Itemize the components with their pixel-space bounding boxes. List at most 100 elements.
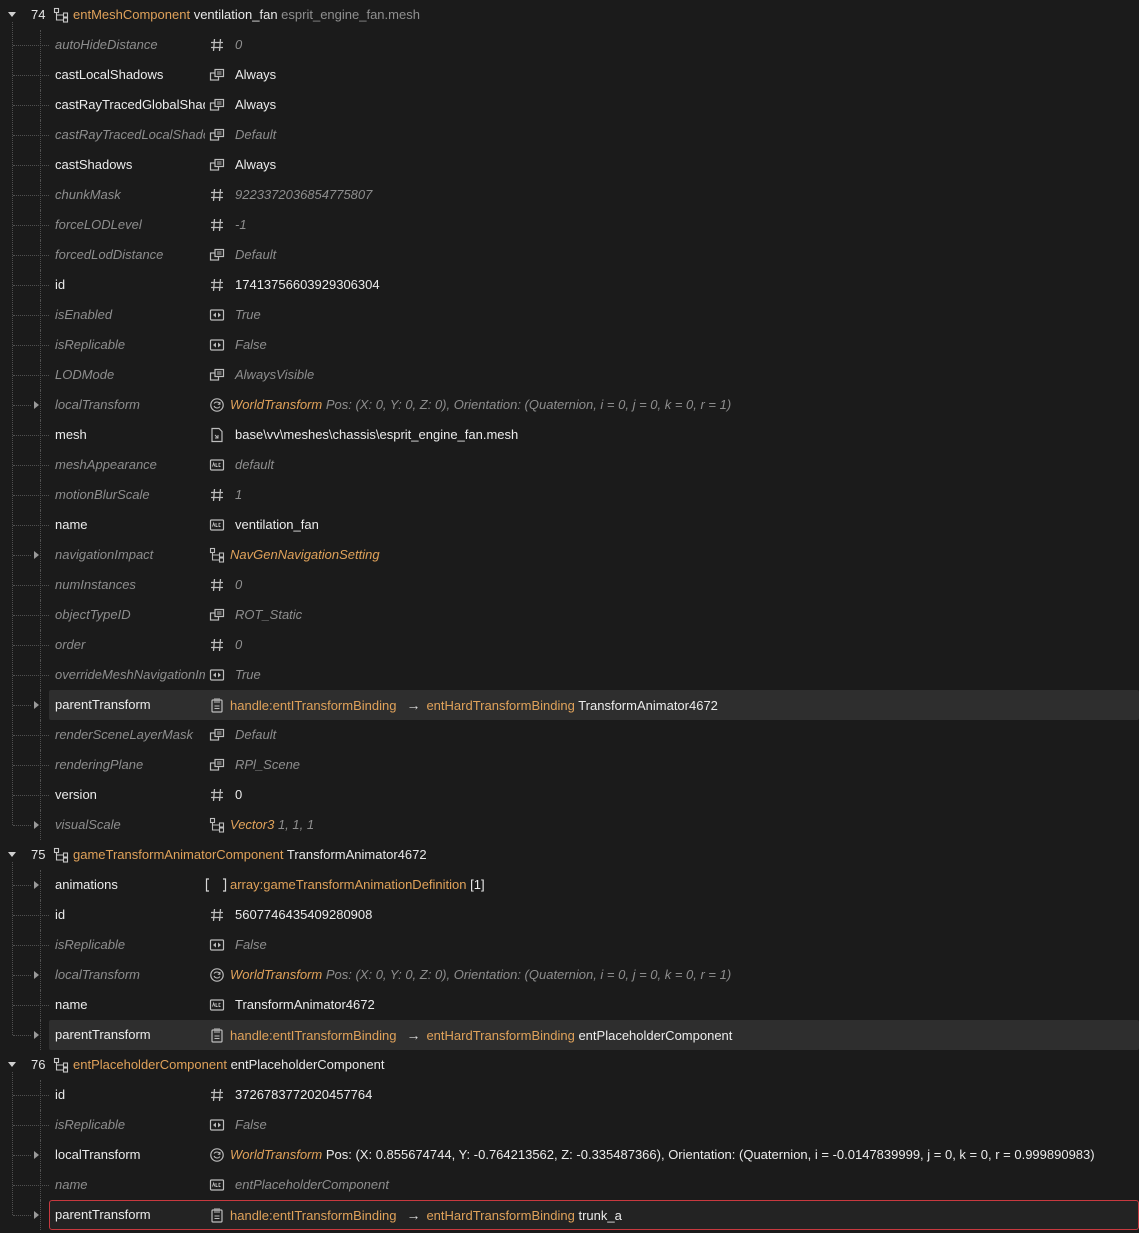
property-row[interactable]: parentTransform handle:entITransformBindi… — [0, 1020, 1139, 1050]
property-value[interactable]: Default — [235, 727, 276, 742]
property-value[interactable]: False — [235, 1117, 267, 1132]
property-row[interactable]: localTransform WorldTransform Pos: (X: 0.… — [0, 1140, 1139, 1170]
property-value[interactable]: True — [235, 667, 261, 682]
collapse-toggle[interactable] — [8, 852, 16, 857]
expand-toggle[interactable] — [34, 821, 39, 829]
property-value[interactable]: entPlaceholderComponent — [235, 1177, 389, 1192]
property-row[interactable]: renderSceneLayerMask Default — [0, 720, 1139, 750]
property-name: renderingPlane — [55, 757, 144, 772]
property-value[interactable]: handle:entITransformBinding → entHardTrans… — [230, 1207, 622, 1223]
property-value[interactable]: TransformAnimator4672 — [235, 997, 375, 1012]
property-row[interactable]: forcedLodDistance Default — [0, 240, 1139, 270]
property-value[interactable]: default — [235, 457, 274, 472]
expand-toggle[interactable] — [34, 971, 39, 979]
expand-toggle[interactable] — [34, 1151, 39, 1159]
property-value[interactable]: ROT_Static — [235, 607, 302, 622]
component-row[interactable]: 76 entPlaceholderComponent entPlaceholder… — [0, 1050, 1139, 1080]
property-row[interactable]: animations array:gameTransformAnimationDe… — [0, 870, 1139, 900]
property-value[interactable]: 3726783772020457764 — [235, 1087, 372, 1102]
handle-target-name: TransformAnimator4672 — [578, 698, 718, 713]
property-row[interactable]: id 5607746435409280908 — [0, 900, 1139, 930]
expand-toggle[interactable] — [34, 1031, 39, 1039]
property-row[interactable]: id 3726783772020457764 — [0, 1080, 1139, 1110]
property-row[interactable]: localTransform WorldTransform Pos: (X: 0,… — [0, 390, 1139, 420]
property-value[interactable]: base\vv\meshes\chassis\esprit_engine_fan… — [235, 427, 518, 442]
property-value[interactable]: 17413756603929306304 — [235, 277, 380, 292]
property-row[interactable]: isEnabled True — [0, 300, 1139, 330]
property-value[interactable]: -1 — [235, 217, 247, 232]
property-row[interactable]: autoHideDistance 0 — [0, 30, 1139, 60]
property-value[interactable]: Always — [235, 97, 276, 112]
property-row[interactable]: isReplicable False — [0, 330, 1139, 360]
property-row[interactable]: visualScale Vector3 1, 1, 1 — [0, 810, 1139, 840]
property-value[interactable]: Always — [235, 67, 276, 82]
tree-guide-branch — [13, 885, 31, 886]
property-value[interactable]: Always — [235, 157, 276, 172]
property-name: forcedLodDistance — [55, 247, 164, 262]
property-row[interactable]: isReplicable False — [0, 930, 1139, 960]
property-row[interactable]: version 0 — [0, 780, 1139, 810]
property-row[interactable]: name ventilation_fan — [0, 510, 1139, 540]
property-row[interactable]: renderingPlane RPl_Scene — [0, 750, 1139, 780]
property-row[interactable]: navigationImpact NavGenNavigationSetting — [0, 540, 1139, 570]
tree-guide-line — [40, 150, 41, 180]
property-row[interactable]: meshAppearance default — [0, 450, 1139, 480]
expand-toggle[interactable] — [34, 1211, 39, 1219]
property-value[interactable]: WorldTransform Pos: (X: 0, Y: 0, Z: 0), … — [230, 397, 731, 412]
tree-guide-line — [40, 780, 41, 810]
component-row[interactable]: 74 entMeshComponent ventilation_fan espri… — [0, 0, 1139, 30]
property-value[interactable]: 5607746435409280908 — [235, 907, 372, 922]
property-row[interactable]: isReplicable False — [0, 1110, 1139, 1140]
expand-toggle[interactable] — [34, 701, 39, 709]
property-row[interactable]: motionBlurScale 1 — [0, 480, 1139, 510]
expand-toggle[interactable] — [34, 881, 39, 889]
property-value[interactable]: 0 — [235, 577, 242, 592]
property-row[interactable]: LODMode AlwaysVisible — [0, 360, 1139, 390]
property-row[interactable]: parentTransform handle:entITransformBindi… — [0, 1200, 1139, 1230]
property-row[interactable]: castRayTracedGlobalShadows Always — [0, 90, 1139, 120]
property-value[interactable]: NavGenNavigationSetting — [230, 547, 380, 562]
property-row[interactable]: parentTransform handle:entITransformBindi… — [0, 690, 1139, 720]
property-row[interactable]: name TransformAnimator4672 — [0, 990, 1139, 1020]
property-row[interactable]: chunkMask 9223372036854775807 — [0, 180, 1139, 210]
property-row[interactable]: forceLODLevel -1 — [0, 210, 1139, 240]
property-value[interactable]: 9223372036854775807 — [235, 187, 372, 202]
property-value[interactable]: 0 — [235, 37, 242, 52]
property-value[interactable]: array:gameTransformAnimationDefinition [… — [230, 877, 485, 892]
property-value[interactable]: 0 — [235, 787, 242, 802]
tree-guide-line — [40, 90, 41, 120]
collapse-toggle[interactable] — [8, 1062, 16, 1067]
property-value[interactable]: False — [235, 337, 267, 352]
property-value[interactable]: 1 — [235, 487, 242, 502]
expand-toggle[interactable] — [34, 401, 39, 409]
property-value[interactable]: False — [235, 937, 267, 952]
property-value[interactable]: RPl_Scene — [235, 757, 300, 772]
property-row[interactable]: order 0 — [0, 630, 1139, 660]
property-value[interactable]: Default — [235, 247, 276, 262]
collapse-toggle[interactable] — [8, 12, 16, 17]
property-value[interactable]: AlwaysVisible — [235, 367, 314, 382]
property-row[interactable]: id 17413756603929306304 — [0, 270, 1139, 300]
property-row[interactable]: numInstances 0 — [0, 570, 1139, 600]
property-row[interactable]: localTransform WorldTransform Pos: (X: 0,… — [0, 960, 1139, 990]
property-value[interactable]: Vector3 1, 1, 1 — [230, 817, 314, 832]
property-row[interactable]: castLocalShadows Always — [0, 60, 1139, 90]
property-row[interactable]: name entPlaceholderComponent — [0, 1170, 1139, 1200]
property-value[interactable]: WorldTransform Pos: (X: 0.855674744, Y: … — [230, 1147, 1095, 1162]
expand-toggle[interactable] — [34, 551, 39, 559]
property-row[interactable]: castShadows Always — [0, 150, 1139, 180]
property-value[interactable]: ventilation_fan — [235, 517, 319, 532]
tree-guide-branch — [13, 315, 49, 316]
property-value[interactable]: handle:entITransformBinding → entHardTrans… — [230, 697, 718, 713]
property-value[interactable]: handle:entITransformBinding → entHardTrans… — [230, 1027, 732, 1043]
property-value[interactable]: Default — [235, 127, 276, 142]
component-row[interactable]: 75 gameTransformAnimatorComponent Transfo… — [0, 840, 1139, 870]
property-value[interactable]: True — [235, 307, 261, 322]
property-value[interactable]: 0 — [235, 637, 242, 652]
property-row[interactable]: objectTypeID ROT_Static — [0, 600, 1139, 630]
property-row[interactable]: mesh base\vv\meshes\chassis\esprit_engine… — [0, 420, 1139, 450]
property-row[interactable]: castRayTracedLocalShadows Default — [0, 120, 1139, 150]
property-row[interactable]: overrideMeshNavigationImpact True — [0, 660, 1139, 690]
property-value[interactable]: WorldTransform Pos: (X: 0, Y: 0, Z: 0), … — [230, 967, 731, 982]
transform-icon — [209, 397, 225, 413]
